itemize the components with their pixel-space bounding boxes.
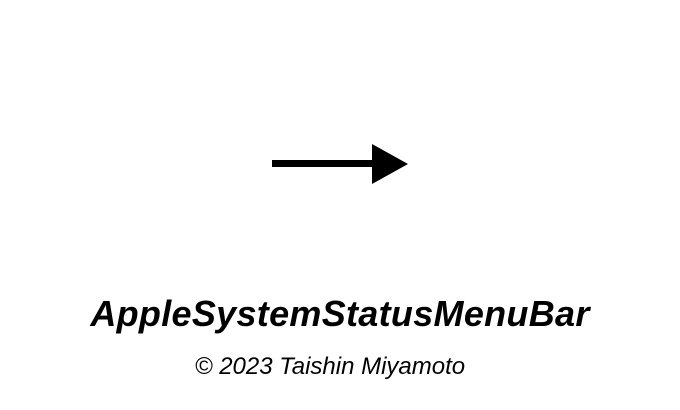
copyright-text: © 2023 Taishin Miyamoto — [194, 353, 466, 380]
arrow-right-icon — [272, 143, 408, 185]
splash-screen: AppleSystemStatusMenuBar © 2023 Taishin … — [0, 0, 680, 410]
app-title: AppleSystemStatusMenuBar — [90, 293, 590, 334]
